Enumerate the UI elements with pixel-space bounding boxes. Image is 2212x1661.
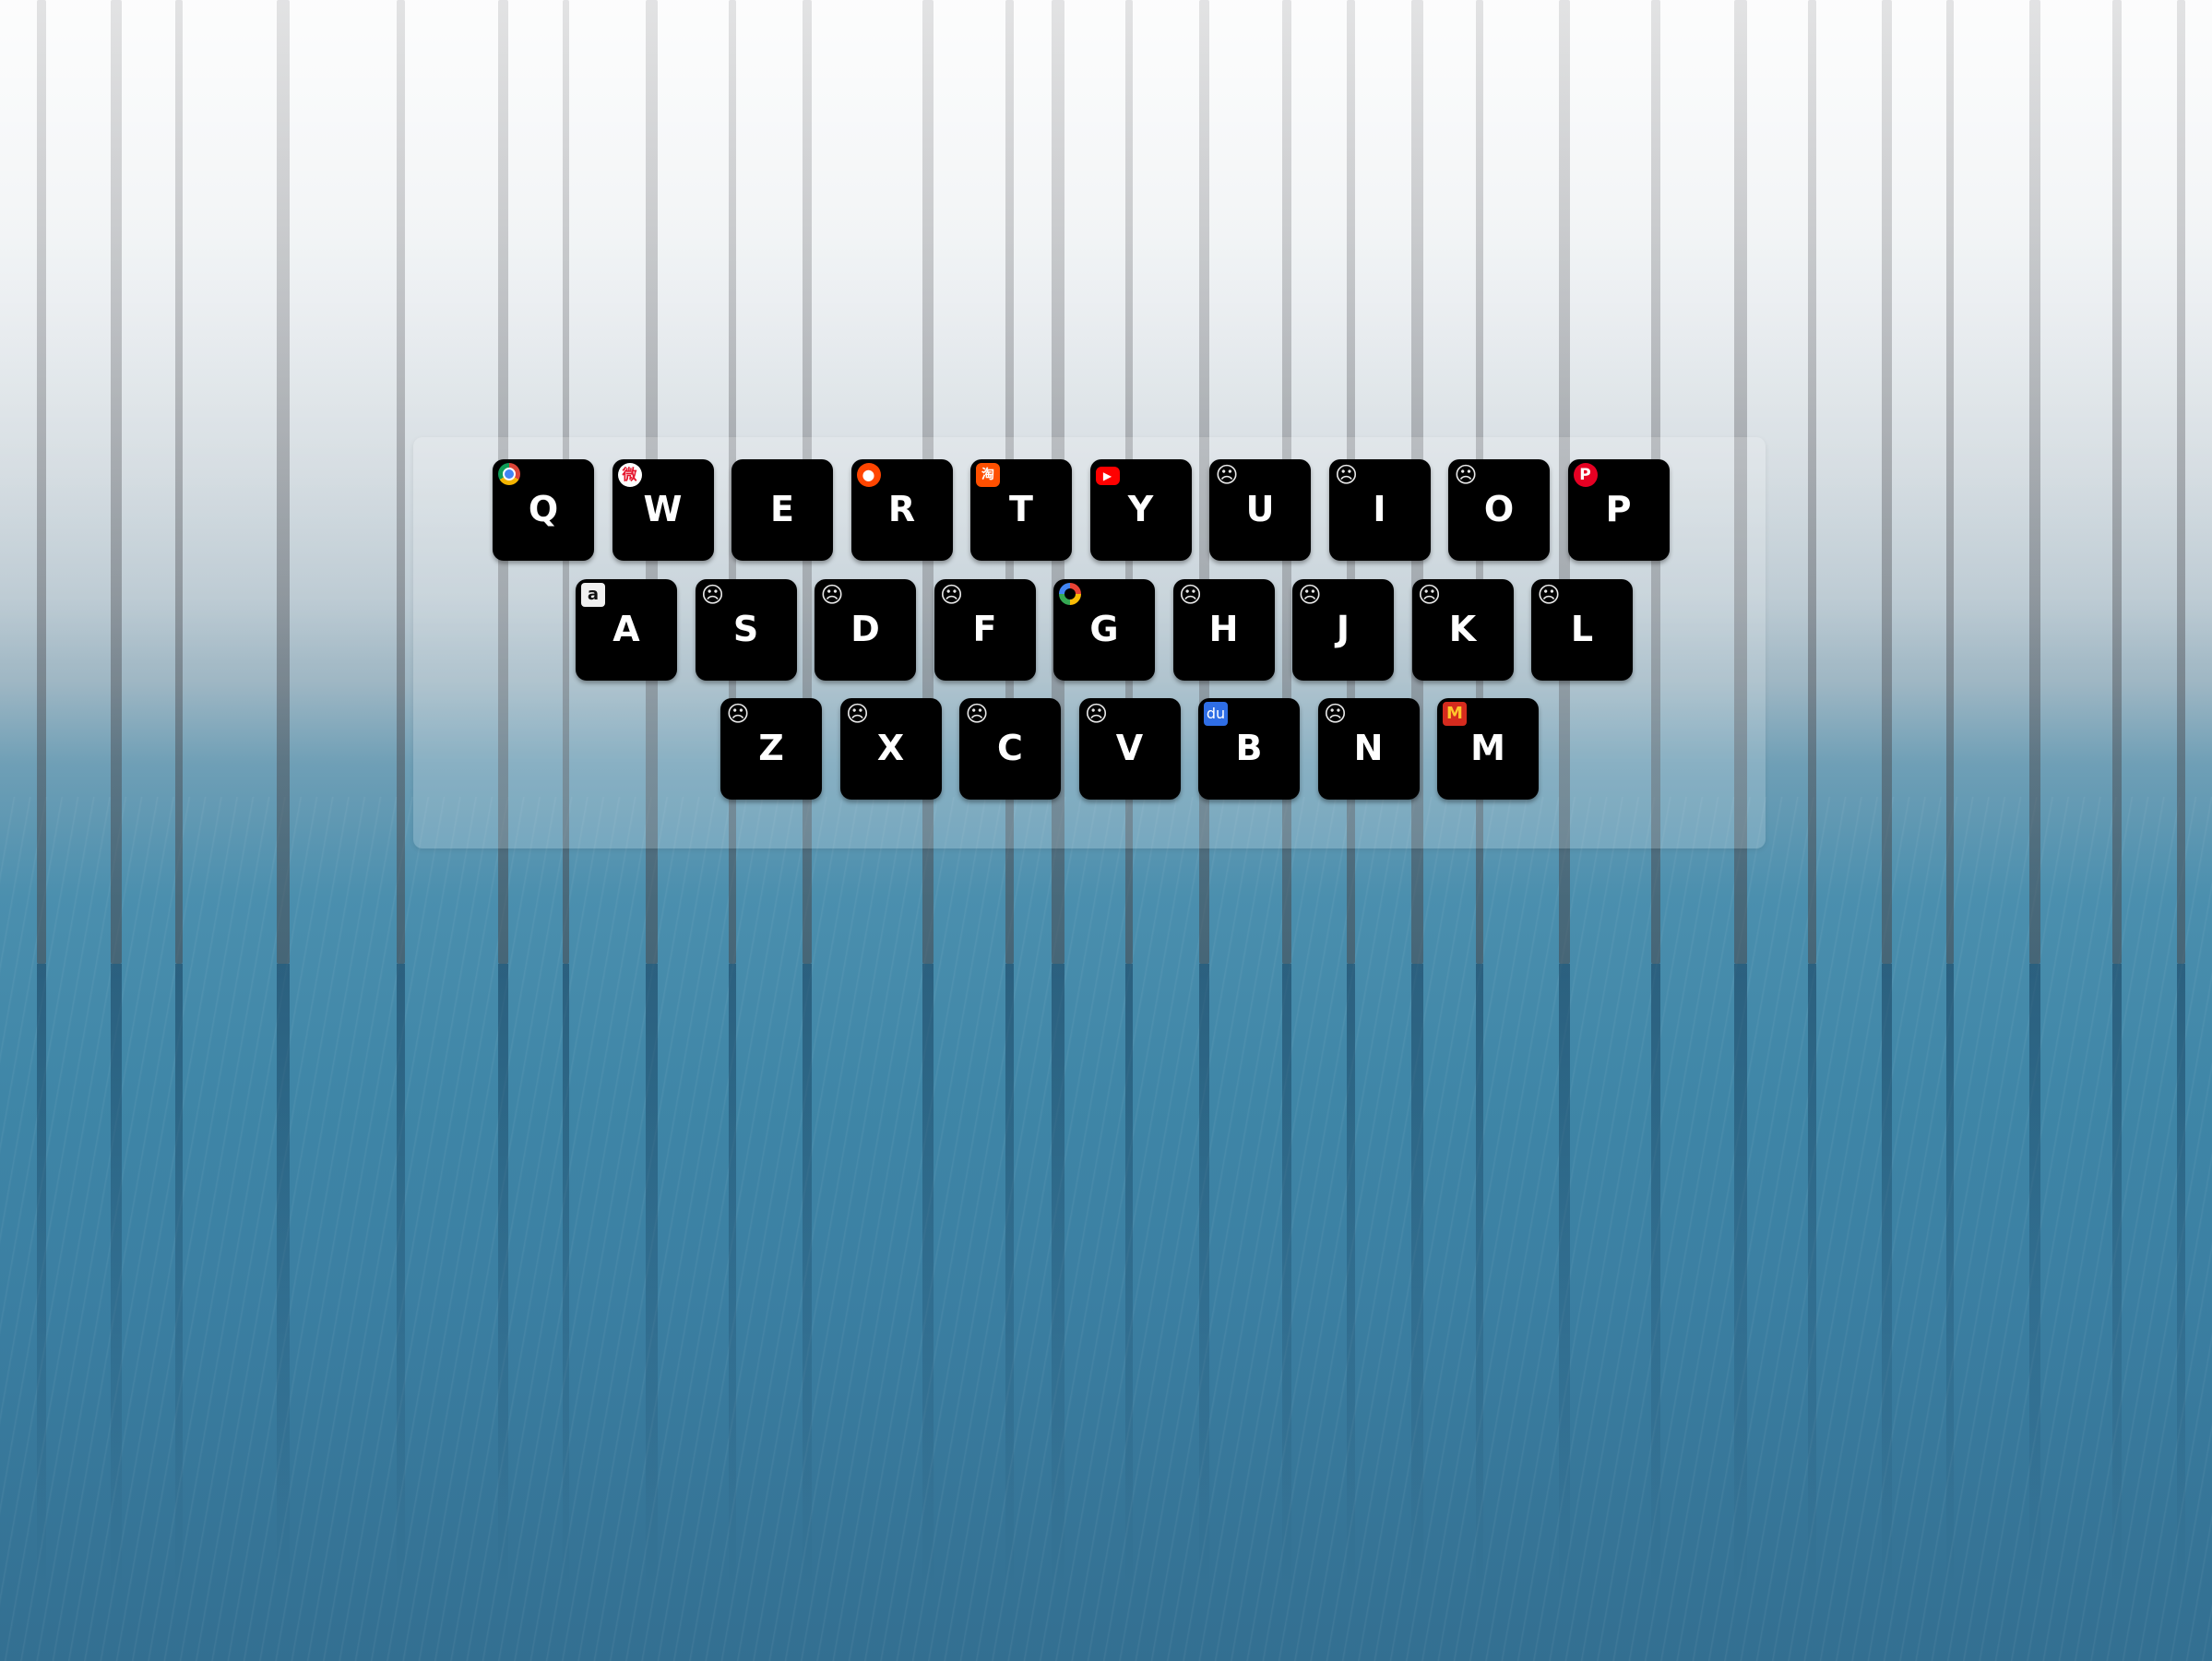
key-n[interactable]: ☹ N (1317, 698, 1420, 800)
key-letter: H (1208, 609, 1239, 649)
key-d[interactable]: ☹ D (815, 579, 916, 681)
key-g[interactable]: G (1053, 579, 1155, 681)
key-letter: V (1115, 728, 1144, 768)
key-letter: I (1373, 489, 1386, 529)
pinterest-icon: P (1573, 463, 1598, 487)
tree-trunk (175, 0, 183, 1589)
tree-trunk (1808, 0, 1816, 1589)
key-y[interactable]: ▶ Y (1089, 459, 1192, 561)
key-letter: C (997, 728, 1023, 768)
key-i[interactable]: ☹ I (1328, 459, 1431, 561)
key-q[interactable]: Q (493, 459, 594, 561)
key-letter: U (1245, 489, 1275, 529)
reddit-icon: ● (856, 463, 881, 487)
mcdonalds-icon: M (1443, 702, 1467, 726)
weibo-icon: 微 (617, 463, 642, 487)
key-letter: B (1235, 728, 1263, 768)
tree-trunk (1882, 0, 1892, 1589)
key-r[interactable]: ● R (850, 459, 953, 561)
key-letter: N (1353, 728, 1384, 768)
key-t[interactable]: 淘T (970, 459, 1072, 561)
amazon-icon: a (581, 583, 605, 607)
key-letter: X (876, 728, 905, 768)
frown-icon: ☹ (1215, 463, 1239, 487)
key-letter: J (1336, 609, 1350, 649)
frown-icon: ☹ (965, 702, 989, 726)
key-e[interactable]: E (731, 459, 833, 561)
key-letter: D (850, 609, 880, 649)
tree-trunk (397, 0, 405, 1589)
frown-icon: ☹ (1334, 463, 1359, 487)
desktop-wallpaper: Q 微 W E ● R 淘 T ▶ Y ☹ U ☹ I ☹ O P Pa A ☹ S ☹ D ☹ F G ☹ H ☹ J ☹ K ☹ L ☹ Z ☹ X ☹… (0, 0, 2212, 1661)
key-letter: S (732, 609, 759, 649)
tree-trunk (1946, 0, 1954, 1589)
frown-icon: ☹ (1323, 702, 1348, 726)
tree-trunk (2177, 0, 2185, 1589)
frown-icon: ☹ (939, 583, 964, 607)
taobao-icon: 淘 (976, 463, 1000, 487)
key-letter: W (643, 489, 683, 529)
key-j[interactable]: ☹ J (1292, 579, 1394, 681)
keyboard-panel: Q 微 W E ● R 淘 T ▶ Y ☹ U ☹ I ☹ O P Pa A ☹ S ☹ D ☹ F G ☹ H ☹ J ☹ K ☹ L ☹ Z ☹ X ☹… (413, 437, 1766, 848)
key-o[interactable]: ☹ O (1448, 459, 1550, 561)
tree-trunk (37, 0, 46, 1589)
key-b[interactable]: du B (1198, 698, 1300, 800)
frown-icon: ☹ (845, 702, 870, 726)
key-s[interactable]: ☹ S (695, 579, 797, 681)
key-letter: E (770, 489, 794, 529)
tree-trunk (2029, 0, 2040, 1589)
key-letter: R (887, 489, 916, 529)
key-letter: Q (528, 489, 559, 529)
wallpaper-water (0, 797, 2212, 1661)
tree-trunk (111, 0, 122, 1589)
key-p[interactable]: PP (1567, 459, 1670, 561)
key-letter: K (1448, 609, 1477, 649)
key-letter: L (1570, 609, 1594, 649)
key-f[interactable]: ☹ F (934, 579, 1036, 681)
key-letter: G (1089, 609, 1119, 649)
key-letter: T (1009, 489, 1033, 529)
frown-icon: ☹ (726, 702, 750, 726)
frown-icon: ☹ (700, 583, 725, 607)
frown-icon: ☹ (1417, 583, 1442, 607)
key-letter: M (1470, 728, 1505, 768)
key-l[interactable]: ☹ L (1531, 579, 1633, 681)
key-c[interactable]: ☹ C (959, 698, 1061, 800)
frown-icon: ☹ (820, 583, 844, 607)
youtube-icon: ▶ (1095, 467, 1120, 485)
frown-icon: ☹ (1298, 583, 1322, 607)
key-a[interactable]: aA (576, 579, 677, 681)
key-k[interactable]: ☹ K (1411, 579, 1514, 681)
key-z[interactable]: ☹ Z (720, 698, 822, 800)
key-w[interactable]: 微W (612, 459, 714, 561)
google-icon (1059, 583, 1081, 605)
key-letter: F (972, 609, 997, 649)
key-letter: A (612, 609, 640, 649)
key-letter: Z (758, 728, 784, 768)
key-letter: P (1605, 489, 1632, 529)
frown-icon: ☹ (1084, 702, 1109, 726)
tree-trunk (277, 0, 290, 1589)
baidu-icon: du (1204, 702, 1228, 726)
key-h[interactable]: ☹ H (1172, 579, 1275, 681)
tree-trunk (2112, 0, 2122, 1589)
key-m[interactable]: MM (1437, 698, 1539, 800)
key-letter: Y (1127, 489, 1154, 529)
chrome-icon (498, 463, 520, 485)
frown-icon: ☹ (1454, 463, 1478, 487)
frown-icon: ☹ (1178, 583, 1203, 607)
frown-icon: ☹ (1537, 583, 1561, 607)
key-x[interactable]: ☹ X (839, 698, 942, 800)
key-u[interactable]: ☹ U (1209, 459, 1311, 561)
key-v[interactable]: ☹ V (1078, 698, 1181, 800)
key-letter: O (1483, 489, 1515, 529)
